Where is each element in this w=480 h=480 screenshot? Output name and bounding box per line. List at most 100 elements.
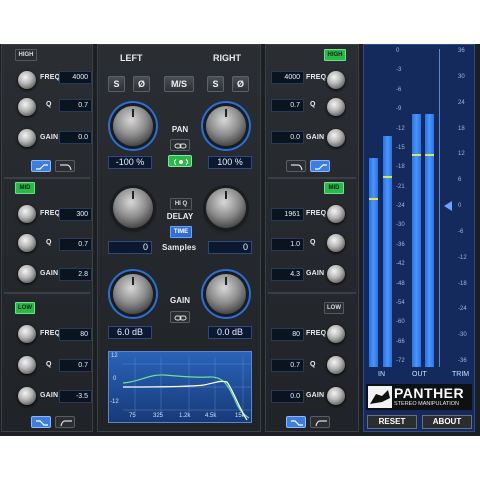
right-low-band-toggle[interactable]: LOW: [324, 302, 344, 314]
right-mid-gain-knob[interactable]: [327, 265, 345, 283]
left-low-freq-knob[interactable]: [18, 325, 36, 343]
left-high-freq-value[interactable]: 4000: [59, 71, 92, 84]
right-low-gain-knob[interactable]: [327, 387, 345, 405]
left-low-shelf-button[interactable]: [31, 416, 51, 428]
right-low-q-value[interactable]: 0.7: [271, 359, 304, 372]
right-high-shelf-button[interactable]: [310, 160, 330, 172]
right-high-gain-value[interactable]: 0.0: [271, 131, 304, 144]
right-mid-freq-value[interactable]: 1961: [271, 208, 304, 221]
left-phase-button[interactable]: Ø: [133, 76, 150, 92]
pan-link-button[interactable]: [170, 139, 190, 151]
in-right-meter: [383, 136, 392, 367]
right-low-shelf-button[interactable]: [286, 416, 306, 428]
right-gain-knob[interactable]: [206, 274, 246, 314]
left-mid-freq-value[interactable]: 300: [59, 208, 92, 221]
time-button[interactable]: TIME: [170, 226, 192, 238]
right-gain-value[interactable]: 0.0 dB: [208, 326, 252, 339]
right-high-freq-value[interactable]: 4000: [271, 71, 304, 84]
meter-scale-tick: -21: [396, 183, 405, 190]
left-low-band-toggle[interactable]: LOW: [15, 302, 35, 314]
left-mid-freq-knob[interactable]: [18, 205, 36, 223]
right-pan-knob[interactable]: [206, 106, 246, 146]
right-low-freq-value[interactable]: 80: [271, 328, 304, 341]
left-high-gain-knob[interactable]: [18, 129, 36, 147]
about-button[interactable]: ABOUT: [422, 415, 472, 429]
left-gain-value[interactable]: 6.0 dB: [108, 326, 152, 339]
right-delay-value[interactable]: 0: [208, 241, 252, 254]
right-mid-freq-knob[interactable]: [327, 205, 345, 223]
left-mid-q-label: Q: [46, 239, 52, 246]
trim-scale-tick: -30: [458, 332, 467, 339]
left-mid-q-value[interactable]: 0.7: [59, 238, 92, 251]
divider: [4, 177, 90, 179]
trim-slider-handle[interactable]: [444, 201, 452, 211]
right-low-q-label: Q: [310, 361, 316, 368]
left-low-freq-value[interactable]: 80: [59, 328, 92, 341]
right-solo-button[interactable]: S: [207, 76, 224, 92]
right-high-band-toggle[interactable]: HIGH: [324, 49, 346, 61]
left-mid-gain-value[interactable]: 2.8: [59, 268, 92, 281]
left-high-cut-button[interactable]: [55, 160, 75, 172]
trim-scale-tick: -12: [458, 254, 467, 261]
right-high-q-knob[interactable]: [327, 98, 345, 116]
link-icon: [174, 143, 187, 149]
right-low-gain-value[interactable]: 0.0: [271, 390, 304, 403]
left-pan-knob[interactable]: [113, 106, 153, 146]
trim-scale-tick: 30: [458, 73, 465, 80]
right-mid-q-value[interactable]: 1.0: [271, 238, 304, 251]
left-gain-knob[interactable]: [113, 274, 153, 314]
left-high-shelf-button[interactable]: [31, 160, 51, 172]
right-mid-q-knob[interactable]: [327, 234, 345, 252]
brand-subtitle: STEREO MANIPULATION: [394, 401, 459, 407]
right-mid-band-toggle[interactable]: MID: [324, 182, 344, 194]
right-high-freq-knob[interactable]: [327, 71, 345, 89]
left-low-gain-label: GAIN: [40, 392, 59, 399]
right-high-freq-label: FREQ: [306, 74, 327, 81]
divider: [4, 292, 90, 294]
left-low-q-knob[interactable]: [18, 356, 36, 374]
left-high-band-toggle[interactable]: HIGH: [15, 49, 37, 61]
right-phase-button[interactable]: Ø: [232, 76, 249, 92]
reset-button[interactable]: RESET: [367, 415, 417, 429]
left-high-freq-knob[interactable]: [18, 71, 36, 89]
right-low-q-knob[interactable]: [327, 356, 345, 374]
left-high-q-value[interactable]: 0.7: [59, 99, 92, 112]
right-pan-value[interactable]: 100 %: [208, 156, 252, 169]
left-low-gain-knob[interactable]: [18, 387, 36, 405]
left-high-q-knob[interactable]: [18, 98, 36, 116]
shelf-icon: [291, 420, 303, 426]
meter-scale-tick: -60: [396, 319, 405, 326]
gain-link-button[interactable]: [170, 311, 190, 323]
plugin-window: HIGH FREQ 4000 Q 0.7 GAIN 0.0 MID FREQ 3…: [0, 44, 480, 436]
left-high-freq-label: FREQ: [40, 74, 61, 81]
left-delay-knob[interactable]: [113, 188, 153, 228]
left-solo-button[interactable]: S: [108, 76, 125, 92]
left-channel-title: LEFT: [120, 53, 143, 63]
meter-scale-tick: -15: [396, 144, 405, 151]
right-mid-gain-value[interactable]: 4.3: [271, 268, 304, 281]
right-high-gain-knob[interactable]: [327, 129, 345, 147]
graph-y-tick: -12: [110, 399, 119, 405]
hiq-button[interactable]: HI Q: [170, 198, 192, 210]
left-mid-q-knob[interactable]: [18, 234, 36, 252]
right-low-freq-knob[interactable]: [327, 325, 345, 343]
left-low-gain-value[interactable]: -3.5: [59, 390, 92, 403]
trim-scale-tick: -6: [458, 228, 464, 235]
trim-label: TRIM: [452, 371, 470, 378]
right-high-q-label: Q: [310, 101, 316, 108]
left-low-cut-button[interactable]: [55, 416, 75, 428]
meter-scale-tick: -18: [396, 164, 405, 171]
right-high-q-value[interactable]: 0.7: [271, 99, 304, 112]
trim-scale-tick: 24: [458, 99, 465, 106]
ms-button[interactable]: M/S: [164, 76, 194, 92]
right-high-cut-button[interactable]: [286, 160, 306, 172]
left-low-q-value[interactable]: 0.7: [59, 359, 92, 372]
left-high-gain-value[interactable]: 0.0: [59, 131, 92, 144]
left-mid-gain-knob[interactable]: [18, 265, 36, 283]
right-delay-knob[interactable]: [206, 188, 246, 228]
right-low-cut-button[interactable]: [310, 416, 330, 428]
left-delay-value[interactable]: 0: [108, 241, 152, 254]
left-mid-band-toggle[interactable]: MID: [15, 182, 35, 194]
pan-width-button[interactable]: [168, 155, 192, 167]
left-pan-value[interactable]: -100 %: [108, 156, 152, 169]
